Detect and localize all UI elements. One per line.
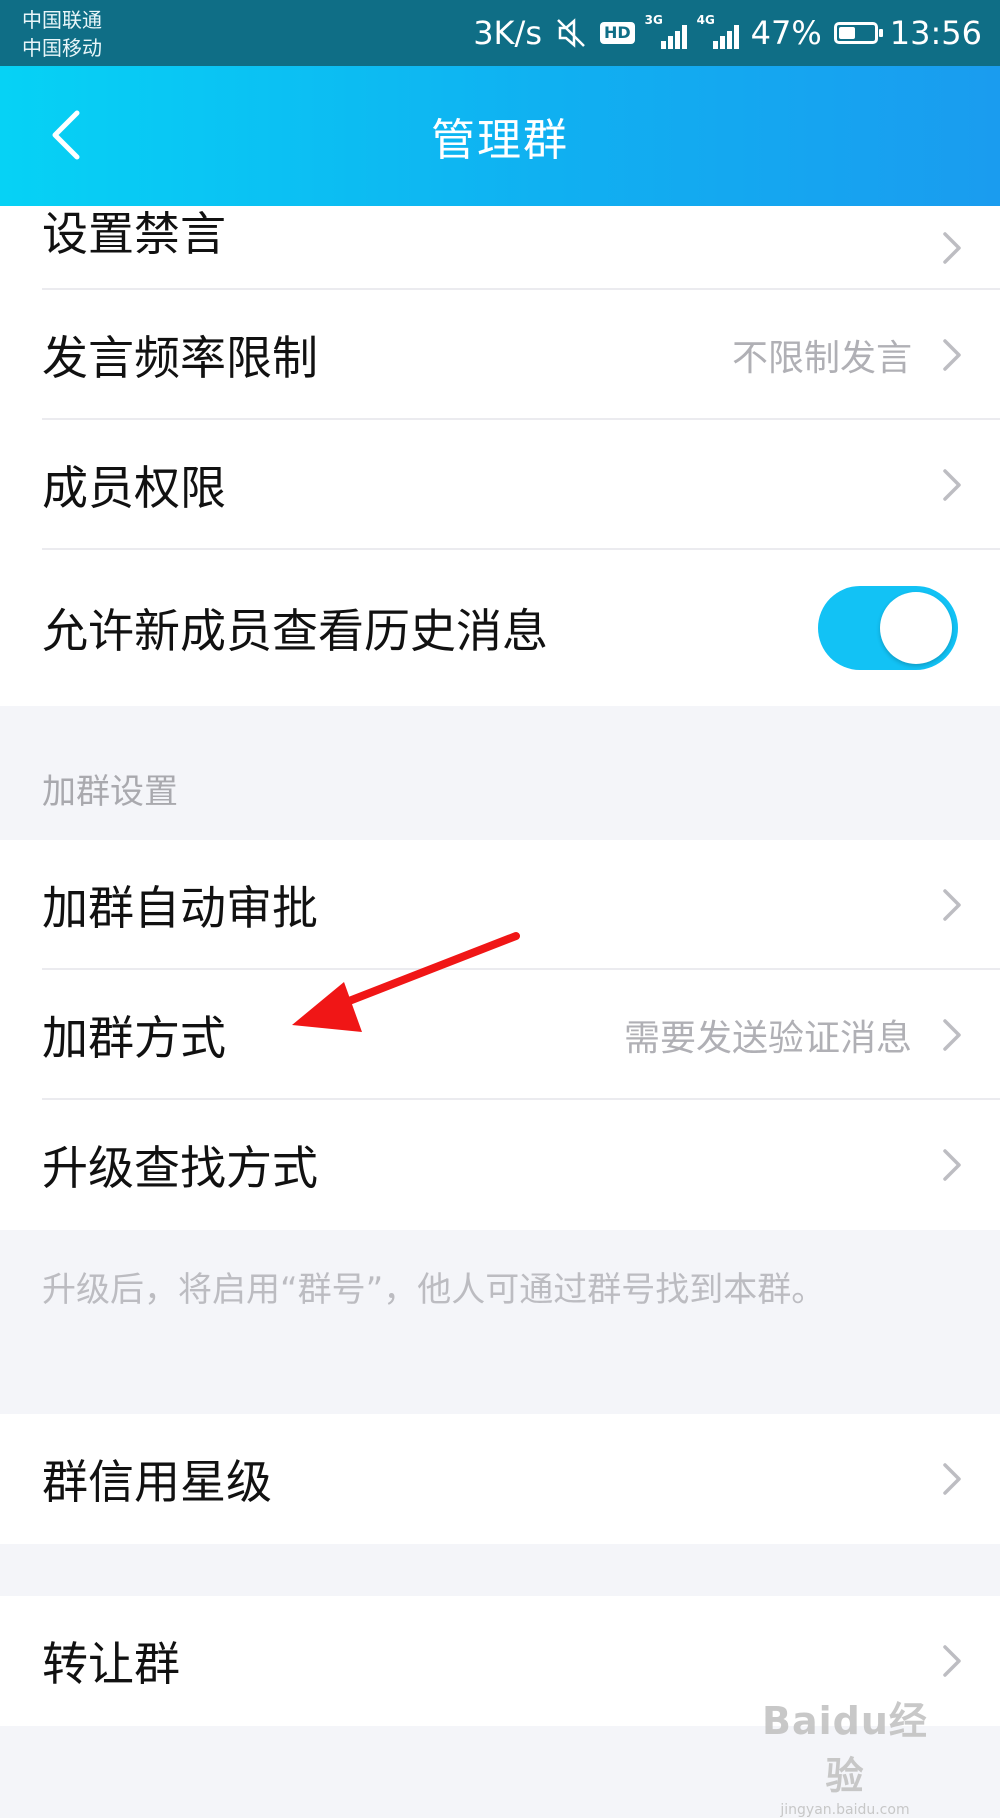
setting-value-frequency: 不限制发言 — [731, 338, 912, 379]
group-settings-card: 设置禁言 发言频率限制 不限制发言 成员权限 允许新成员查看历史消息 — [0, 206, 1000, 706]
setting-row-history: 允许新成员查看历史消息 — [0, 550, 1000, 706]
carrier-2: 中国移动 — [22, 36, 102, 60]
chevron-right-icon — [938, 335, 966, 375]
setting-label-permissions: 成员权限 — [42, 461, 226, 515]
setting-label-transfer: 转让群 — [42, 1637, 180, 1691]
setting-value-join-method: 需要发送验证消息 — [623, 1018, 912, 1059]
chevron-right-icon — [938, 1145, 966, 1185]
join-settings-card: 加群自动审批 加群方式 需要发送验证消息 升级查找方式 — [0, 840, 1000, 1230]
setting-row-frequency[interactable]: 发言频率限制 不限制发言 — [0, 290, 1000, 420]
history-toggle[interactable] — [818, 586, 958, 670]
setting-row-auto-approve[interactable]: 加群自动审批 — [0, 840, 1000, 970]
setting-label-mute: 设置禁言 — [42, 207, 226, 261]
chevron-right-icon — [938, 1641, 966, 1681]
signal-3g-label: 3G — [644, 13, 663, 27]
section-header-join: 加群设置 — [42, 772, 178, 812]
transfer-card: 转让群 — [0, 1596, 1000, 1726]
signal-4g-label: 4G — [696, 13, 715, 27]
clock: 13:56 — [889, 14, 982, 52]
battery-icon — [833, 22, 883, 44]
chevron-right-icon — [938, 885, 966, 925]
carrier-1: 中国联通 — [22, 8, 102, 32]
setting-row-credit[interactable]: 群信用星级 — [0, 1414, 1000, 1544]
upgrade-hint-text: 升级后，将启用“群号”，他人可通过群号找到本群。 — [42, 1270, 826, 1310]
setting-row-transfer[interactable]: 转让群 — [0, 1596, 1000, 1726]
carrier-info: 中国联通 中国移动 — [22, 6, 102, 62]
setting-label-auto-approve: 加群自动审批 — [42, 881, 318, 935]
setting-label-search-upgrade: 升级查找方式 — [42, 1141, 318, 1195]
setting-label-credit: 群信用星级 — [42, 1455, 272, 1509]
watermark-url: jingyan.baidu.com — [780, 1802, 910, 1818]
signal-4g-icon: 4G — [697, 13, 739, 49]
setting-row-join-method[interactable]: 加群方式 需要发送验证消息 — [0, 970, 1000, 1100]
status-icons: 3K/s HD 3G 4G 47% 13:56 — [473, 0, 982, 66]
status-bar: 中国联通 中国移动 3K/s HD 3G 4G 47% 13:56 — [0, 0, 1000, 66]
setting-label-frequency: 发言频率限制 — [42, 331, 318, 385]
setting-row-permissions[interactable]: 成员权限 — [0, 420, 1000, 550]
hd-icon: HD — [599, 22, 635, 44]
chevron-right-icon — [938, 1015, 966, 1055]
signal-3g-icon: 3G — [645, 13, 687, 49]
net-speed: 3K/s — [473, 14, 542, 52]
chevron-right-icon — [938, 1459, 966, 1499]
title-bar: 管理群 — [0, 66, 1000, 206]
battery-fill — [838, 27, 855, 39]
setting-label-join-method: 加群方式 — [42, 1011, 226, 1065]
credit-card: 群信用星级 — [0, 1414, 1000, 1544]
toggle-knob — [880, 592, 952, 664]
setting-row-mute[interactable]: 设置禁言 — [0, 206, 1000, 290]
battery-percent: 47% — [750, 14, 822, 52]
chevron-right-icon — [938, 465, 966, 505]
mute-icon — [554, 16, 588, 50]
chevron-right-icon — [938, 228, 966, 268]
page-title: 管理群 — [431, 115, 569, 166]
setting-label-history: 允许新成员查看历史消息 — [42, 604, 548, 658]
setting-row-search-upgrade[interactable]: 升级查找方式 — [0, 1100, 1000, 1230]
